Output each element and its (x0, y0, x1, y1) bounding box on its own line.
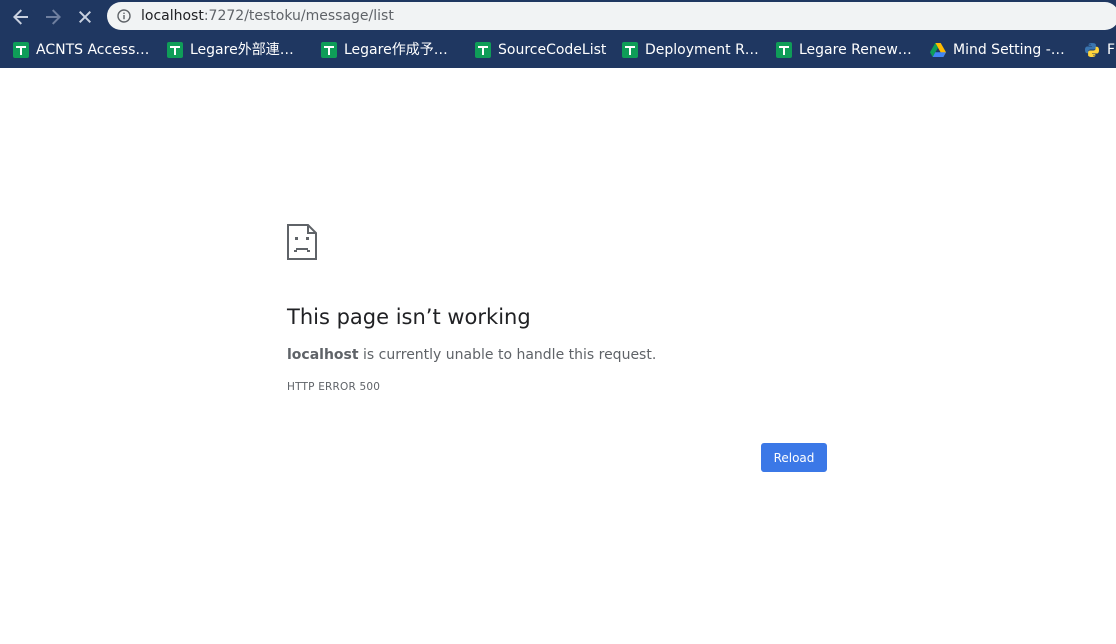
close-icon (79, 11, 91, 23)
url-path: :7272/testoku/message/list (203, 8, 394, 24)
bookmark-label: Legare作成予… (344, 42, 448, 58)
arrow-right-icon (46, 9, 61, 25)
bookmark-item[interactable]: Legare作成予… (321, 39, 448, 61)
google-sheets-icon (13, 42, 29, 58)
bookmark-label: Legare外部連… (190, 42, 294, 58)
back-button[interactable] (8, 4, 34, 30)
error-description-text: is currently unable to handle this reque… (358, 347, 657, 363)
error-code: HTTP ERROR 500 (287, 381, 381, 393)
bookmark-label: Deployment R… (645, 42, 759, 58)
bookmark-label: Mind Setting -… (953, 42, 1065, 58)
info-icon[interactable] (117, 9, 131, 23)
google-sheets-icon (776, 42, 792, 58)
url-host: localhost (141, 8, 204, 24)
forward-button[interactable] (40, 4, 66, 30)
google-sheets-icon (321, 42, 337, 58)
bookmark-item[interactable]: Mind Setting -… (930, 39, 1065, 61)
reload-button[interactable]: Reload (761, 443, 827, 472)
bookmark-item[interactable]: ACNTS Access… (13, 39, 149, 61)
bookmark-label: F (1107, 42, 1116, 58)
google-sheets-icon (475, 42, 491, 58)
bookmark-label: Legare Renew… (799, 42, 912, 58)
bookmark-label: SourceCodeList (498, 42, 607, 58)
google-sheets-icon (622, 42, 638, 58)
bookmark-item[interactable]: Deployment R… (622, 39, 759, 61)
sad-page-icon (287, 224, 317, 260)
error-description: localhost is currently unable to handle … (287, 346, 656, 364)
bookmark-label: ACNTS Access… (36, 42, 150, 58)
error-title: This page isn’t working (287, 305, 531, 329)
bookmark-item[interactable]: Legare Renew… (776, 39, 912, 61)
google-sheets-icon (167, 42, 183, 58)
arrow-left-icon (13, 9, 28, 25)
browser-toolbar: localhost:7272/testoku/message/list (0, 0, 1116, 33)
error-host: localhost (287, 347, 359, 363)
bookmark-item[interactable]: Legare外部連… (167, 39, 294, 61)
google-drive-icon (930, 42, 946, 58)
bookmarks-bar: ACNTS Access… Legare外部連… Legare作成予… Sour… (0, 33, 1116, 68)
url-text[interactable]: localhost:7272/testoku/message/list (141, 7, 394, 25)
address-bar[interactable]: localhost:7272/testoku/message/list (107, 2, 1116, 30)
python-icon (1084, 42, 1100, 58)
bookmark-item[interactable]: SourceCodeList (475, 39, 606, 61)
bookmark-item[interactable]: F (1084, 39, 1115, 61)
stop-loading-button[interactable] (72, 4, 98, 30)
